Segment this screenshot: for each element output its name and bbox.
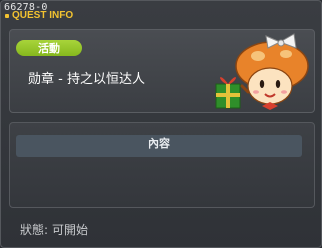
- content-header: 內容: [16, 135, 302, 157]
- mushroom-mascot-icon: [215, 33, 309, 110]
- gift-box-icon: [215, 77, 241, 109]
- window-title: QUEST INFO: [3, 10, 73, 24]
- quest-category-badge: 活動: [16, 40, 82, 56]
- status-value: 可開始: [52, 223, 89, 237]
- title-bullet-icon: [5, 14, 9, 18]
- quest-name: 勋章 - 持之以恒达人: [28, 72, 145, 87]
- window-title-text: QUEST INFO: [12, 10, 74, 21]
- status-label: 狀態:: [20, 223, 49, 237]
- quest-content-panel: 內容: [9, 122, 315, 208]
- quest-status: 狀態: 可開始: [20, 221, 88, 238]
- quest-summary-panel: 活動 勋章 - 持之以恒达人: [9, 29, 315, 113]
- quest-info-window: 66278-0 QUEST INFO 活動 勋章 - 持之以恒达人 內容 狀態:…: [0, 0, 322, 248]
